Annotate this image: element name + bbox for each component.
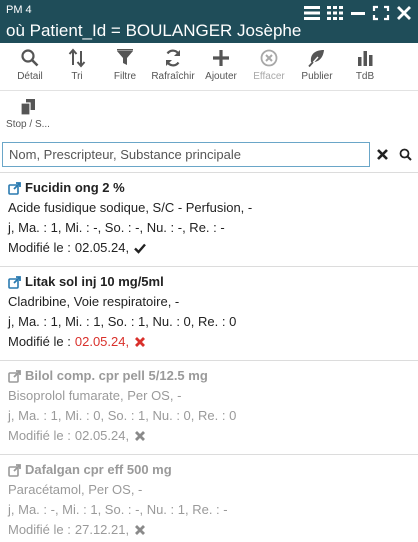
cross-icon: [134, 524, 146, 536]
fullscreen-icon[interactable]: [371, 4, 391, 22]
window-header: PM 4 où Patient_Id = BOULANGER Josèphe: [0, 0, 418, 43]
search-icon: [21, 49, 39, 67]
external-link-icon[interactable]: [8, 369, 21, 383]
dashboard-button[interactable]: TdB: [341, 48, 389, 83]
list-item[interactable]: Bilol comp. cpr pell 5/12.5 mg Bisoprolo…: [0, 360, 418, 454]
add-button-label: Ajouter: [205, 71, 237, 82]
detail-button-label: Détail: [17, 71, 43, 82]
search-input[interactable]: [3, 143, 369, 166]
list-item[interactable]: Dafalgan cpr eff 500 mg Paracétamol, Per…: [0, 454, 418, 542]
item-schedule: j, Ma. : 1, Mi. : 1, So. : 1, Nu. : 0, R…: [8, 314, 237, 329]
search-field[interactable]: [2, 142, 370, 167]
detail-button[interactable]: Détail: [6, 48, 54, 83]
filter-button[interactable]: Filtre: [101, 48, 149, 83]
window-title: où Patient_Id = BOULANGER Josèphe: [6, 21, 302, 40]
item-name: Dafalgan cpr eff 500 mg: [25, 462, 172, 477]
delete-circle-icon: [260, 49, 278, 67]
item-modified-date: 02.05.24,: [74, 428, 130, 443]
toolbar: Détail Tri Filtre Rafraîchir Ajouter Eff…: [0, 43, 418, 91]
stop-button-label: Stop / S...: [6, 119, 50, 130]
window-controls: [302, 4, 414, 22]
toolbar-secondary: Stop / S...: [0, 92, 418, 136]
publish-button-label: Publier: [301, 71, 333, 82]
item-modified-date: 27.12.21,: [74, 522, 130, 537]
delete-button[interactable]: Effacer: [245, 48, 293, 83]
list-view-icon[interactable]: [302, 4, 322, 22]
delete-button-label: Effacer: [253, 71, 285, 82]
sort-button[interactable]: Tri: [53, 48, 101, 83]
minimize-icon[interactable]: [348, 4, 368, 22]
clear-search-button[interactable]: [371, 142, 393, 167]
close-icon: [376, 149, 388, 160]
dashboard-button-label: TdB: [355, 71, 375, 82]
cross-icon: [134, 430, 146, 442]
window-subtitle: PM 4: [6, 4, 32, 16]
filter-button-label: Filtre: [113, 71, 137, 82]
item-name: Fucidin ong 2 %: [25, 180, 125, 195]
item-modified-date: 02.05.24,: [74, 240, 130, 255]
add-button[interactable]: Ajouter: [197, 48, 245, 83]
cross-icon: [134, 336, 146, 348]
item-substance: Cladribine, Voie respiratoire, -: [8, 294, 180, 309]
sort-button-label: Tri: [71, 71, 83, 82]
external-link-icon[interactable]: [8, 275, 21, 289]
item-schedule: j, Ma. : -, Mi. : 1, So. : -, Nu. : 1, R…: [8, 502, 228, 517]
item-schedule: j, Ma. : 1, Mi. : 0, So. : 1, Nu. : 0, R…: [8, 408, 237, 423]
item-substance: Paracétamol, Per OS, -: [8, 482, 143, 497]
list-item[interactable]: Litak sol inj 10 mg/5ml Cladribine, Voie…: [0, 266, 418, 360]
item-schedule: j, Ma. : 1, Mi. : -, So. : -, Nu. : -, R…: [8, 220, 225, 235]
external-link-icon[interactable]: [8, 181, 21, 195]
bar-chart-icon: [358, 51, 373, 66]
external-link-icon[interactable]: [8, 463, 21, 477]
item-substance: Acide fusidique sodique, S/C - Perfusion…: [8, 200, 253, 215]
list-item[interactable]: Fucidin ong 2 % Acide fusidique sodique,…: [0, 172, 418, 266]
copy-icon: [20, 99, 35, 116]
grid-view-icon[interactable]: [325, 4, 345, 22]
prescription-list: Fucidin ong 2 % Acide fusidique sodique,…: [0, 172, 418, 542]
search-button[interactable]: [394, 142, 416, 167]
close-icon[interactable]: [394, 4, 414, 22]
leaf-icon: [308, 50, 324, 68]
item-modified-date: 02.05.24,: [74, 334, 130, 349]
refresh-button[interactable]: Rafraîchir: [149, 48, 197, 83]
item-modified-label: Modifié le :: [8, 428, 71, 443]
plus-icon: [213, 50, 229, 66]
item-modified-label: Modifié le :: [8, 522, 71, 537]
publish-button[interactable]: Publier: [293, 48, 341, 83]
stop-button[interactable]: Stop / S...: [2, 98, 54, 131]
item-name: Litak sol inj 10 mg/5ml: [25, 274, 164, 289]
sort-icon: [68, 48, 86, 68]
item-modified-label: Modifié le :: [8, 334, 71, 349]
refresh-icon: [165, 49, 181, 67]
item-name: Bilol comp. cpr pell 5/12.5 mg: [25, 368, 208, 383]
check-icon: [134, 242, 147, 254]
filter-icon: [117, 49, 133, 65]
item-modified-label: Modifié le :: [8, 240, 71, 255]
refresh-button-label: Rafraîchir: [151, 71, 195, 82]
search-icon: [399, 148, 412, 161]
item-substance: Bisoprolol fumarate, Per OS, -: [8, 388, 182, 403]
